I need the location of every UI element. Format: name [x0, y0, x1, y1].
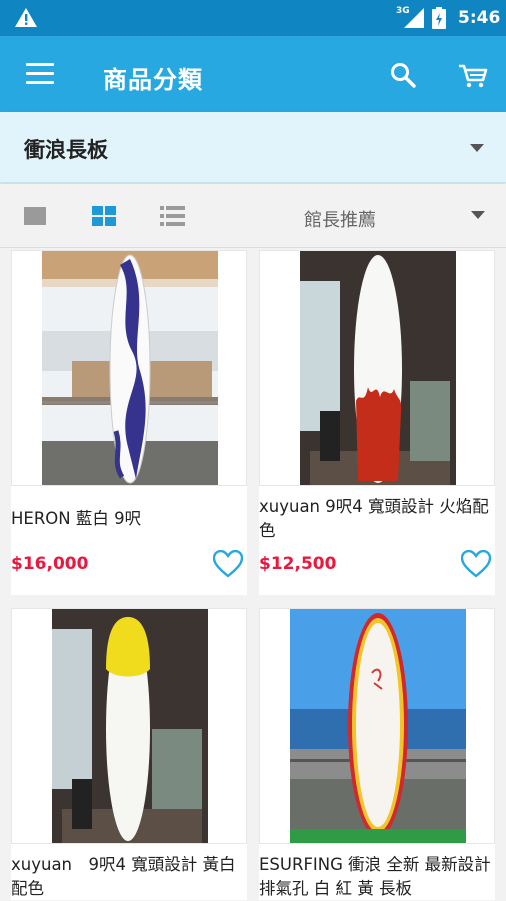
- chevron-down-icon: [470, 144, 484, 152]
- single-view-icon[interactable]: [24, 207, 46, 225]
- category-dropdown[interactable]: 衝浪長板: [0, 112, 506, 183]
- product-card[interactable]: ESURFING 衝浪 全新 最新設計 排氣孔 白 紅 黃 長板: [259, 608, 495, 900]
- list-view-icon[interactable]: [160, 206, 185, 226]
- product-image[interactable]: [11, 608, 247, 844]
- product-image[interactable]: [259, 250, 495, 486]
- app-bar: 商品分類: [0, 36, 506, 112]
- warning-icon: [15, 8, 37, 27]
- grid-view-icon[interactable]: [92, 206, 116, 226]
- status-bar: 3G 5:46: [0, 0, 506, 36]
- cart-icon[interactable]: [458, 63, 488, 89]
- product-name[interactable]: HERON 藍白 9呎: [11, 507, 247, 531]
- product-price: $16,000: [11, 554, 89, 574]
- battery-icon: [432, 7, 446, 29]
- category-label: 衝浪長板: [24, 138, 108, 162]
- heart-icon[interactable]: [461, 550, 491, 578]
- product-card[interactable]: xuyuan 9呎4 寬頭設計 黃白配色: [11, 608, 247, 900]
- product-card[interactable]: xuyuan 9呎4 寬頭設計 火焰配色 $12,500: [259, 250, 495, 595]
- view-toolbar: 館長推薦: [0, 184, 506, 248]
- product-image[interactable]: [259, 608, 495, 844]
- product-name[interactable]: ESURFING 衝浪 全新 最新設計 排氣孔 白 紅 黃 長板: [259, 853, 495, 901]
- search-icon[interactable]: [390, 62, 416, 88]
- status-time: 5:46: [458, 8, 501, 28]
- signal-icon: [404, 8, 424, 28]
- product-card[interactable]: HERON 藍白 9呎 $16,000: [11, 250, 247, 595]
- product-name[interactable]: xuyuan 9呎4 寬頭設計 黃白配色: [11, 853, 247, 901]
- product-name[interactable]: xuyuan 9呎4 寬頭設計 火焰配色: [259, 495, 495, 543]
- menu-icon[interactable]: [26, 63, 54, 85]
- chevron-down-icon[interactable]: [471, 211, 485, 219]
- sort-dropdown[interactable]: 館長推薦: [304, 206, 376, 232]
- page-title: 商品分類: [103, 66, 203, 94]
- product-price: $12,500: [259, 554, 337, 574]
- product-image[interactable]: [11, 250, 247, 486]
- heart-icon[interactable]: [213, 550, 243, 578]
